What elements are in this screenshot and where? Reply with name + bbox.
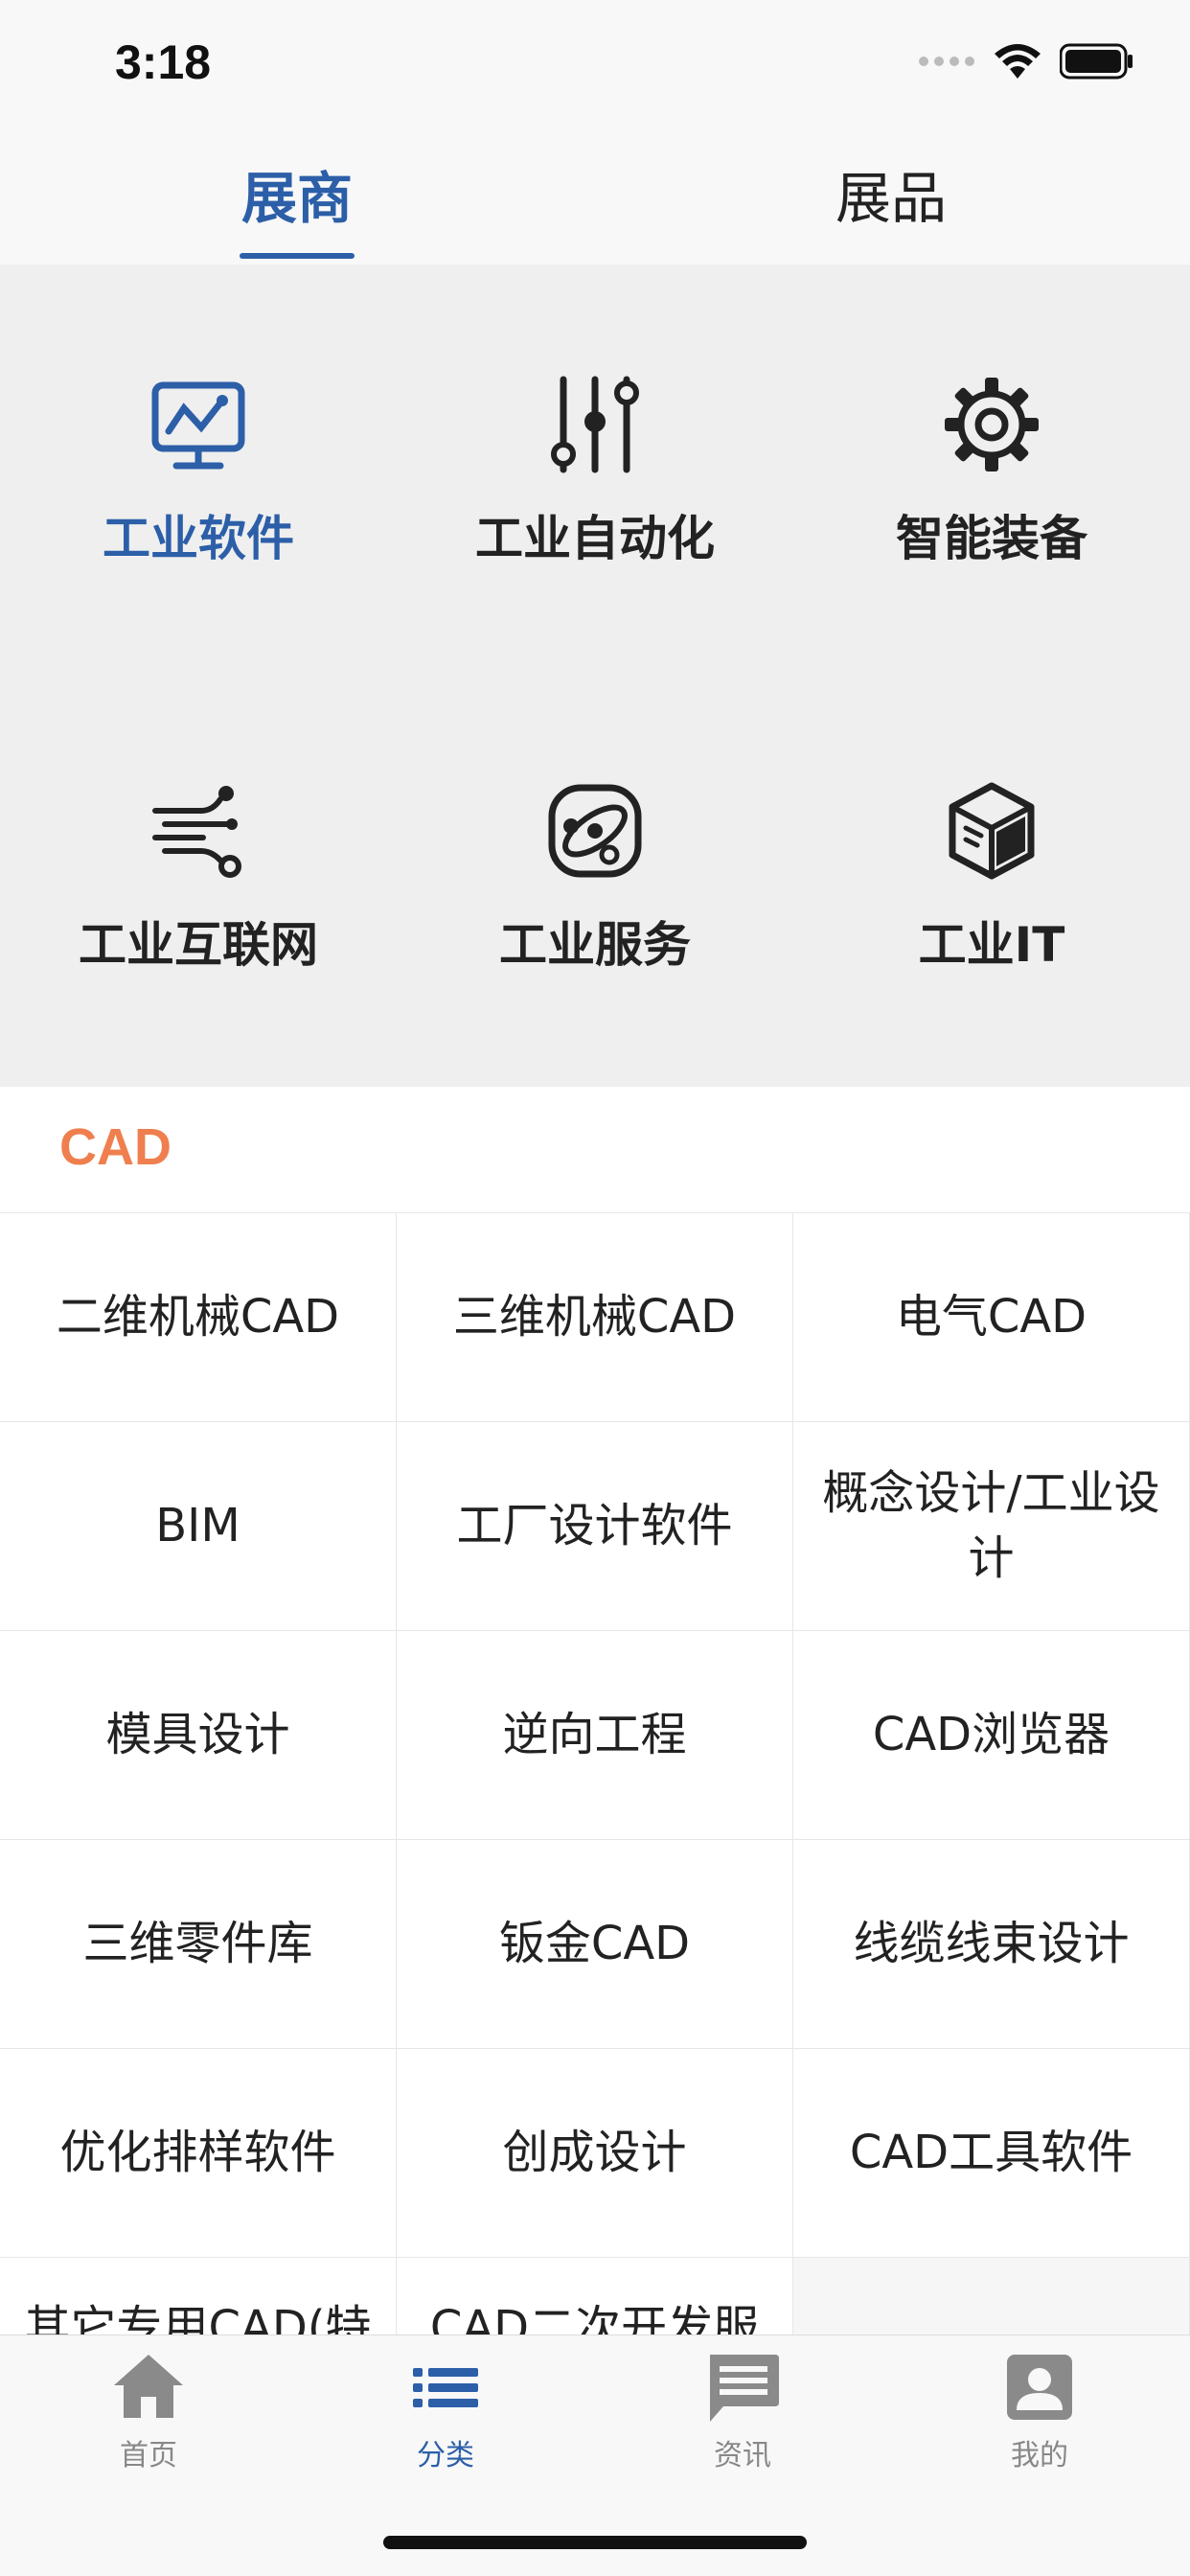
subcategory-item[interactable]: 二维机械CAD [0,1213,397,1422]
category-industrial-service[interactable]: 工业服务 [397,671,793,1077]
category-label: 工业自动化 [475,511,715,566]
category-grid: 工业软件 工业自动化 智能装备 工业互联网 工业服务 工业IT [0,264,1190,1087]
category-label: 智能装备 [896,511,1087,566]
section-title: CAD [59,1118,172,1176]
subcategory-item[interactable]: 线缆线束设计 [793,1840,1190,2049]
home-indicator [383,2536,807,2549]
nav-category[interactable]: 分类 [297,2349,594,2483]
subcategory-item[interactable]: 概念设计/工业设计 [793,1422,1190,1631]
category-industrial-software[interactable]: 工业软件 [0,264,397,671]
gear-icon [945,378,1039,472]
category-label: 工业互联网 [79,917,318,973]
status-bar: 3:18 [0,0,1190,130]
subcategory-item[interactable]: 优化排样软件 [0,2049,397,2258]
list-icon [413,2368,478,2407]
tab-active-indicator [240,253,355,259]
battery-icon [1060,43,1133,80]
category-label: 工业服务 [499,917,691,973]
subcategory-item[interactable]: 工厂设计软件 [397,1422,793,1631]
nav-label: 分类 [417,2439,474,2472]
profile-icon [1007,2355,1072,2420]
subcategory-item[interactable]: 其它专用CAD(特 [0,2258,397,2334]
nav-label: 资讯 [714,2439,771,2472]
section-header: CAD [0,1087,1190,1213]
cube-icon [949,782,1035,880]
tab-exhibitors[interactable]: 展商 [153,153,441,234]
subcategory-item[interactable]: BIM [0,1422,397,1631]
category-industrial-internet[interactable]: 工业互联网 [0,671,397,1077]
nav-label: 首页 [120,2439,177,2472]
subcategory-item[interactable]: 三维零件库 [0,1840,397,2049]
nav-home[interactable]: 首页 [0,2349,297,2483]
subcategory-item[interactable]: 三维机械CAD [397,1213,793,1422]
category-industrial-automation[interactable]: 工业自动化 [397,264,793,671]
status-icons [918,42,1134,80]
nav-news[interactable]: 资讯 [594,2349,891,2483]
home-icon [114,2355,183,2418]
subcategory-empty-cell [793,2258,1190,2334]
subcategory-item[interactable]: CAD二次开发服 [397,2258,793,2334]
subcategory-item[interactable]: 逆向工程 [397,1631,793,1840]
top-tabs: 展商 展品 [0,130,1190,264]
subcategory-grid: 二维机械CAD 三维机械CAD 电气CAD BIM 工厂设计软件 概念设计/工业… [0,1213,1190,2334]
subcategory-item[interactable]: 模具设计 [0,1631,397,1840]
wifi-icon [995,44,1041,79]
tab-exhibits[interactable]: 展品 [747,153,1035,234]
nav-profile[interactable]: 我的 [891,2349,1188,2483]
network-lines-icon [152,786,241,878]
status-time: 3:18 [115,35,212,89]
subcategory-item[interactable]: 创成设计 [397,2049,793,2258]
sliders-icon [551,376,639,473]
category-label: 工业IT [918,917,1065,973]
subcategory-item[interactable]: 电气CAD [793,1213,1190,1422]
signal-icon [919,57,974,66]
nav-label: 我的 [1011,2439,1068,2472]
subcategory-item[interactable]: CAD工具软件 [793,2049,1190,2258]
subcategory-item[interactable]: CAD浏览器 [793,1631,1190,1840]
category-smart-equipment[interactable]: 智能装备 [793,264,1190,671]
category-industrial-it[interactable]: 工业IT [793,671,1190,1077]
category-label: 工业软件 [103,511,294,566]
subcategory-item[interactable]: 钣金CAD [397,1840,793,2049]
message-icon [710,2355,779,2422]
atom-icon [548,784,642,878]
monitor-chart-icon [151,381,245,470]
